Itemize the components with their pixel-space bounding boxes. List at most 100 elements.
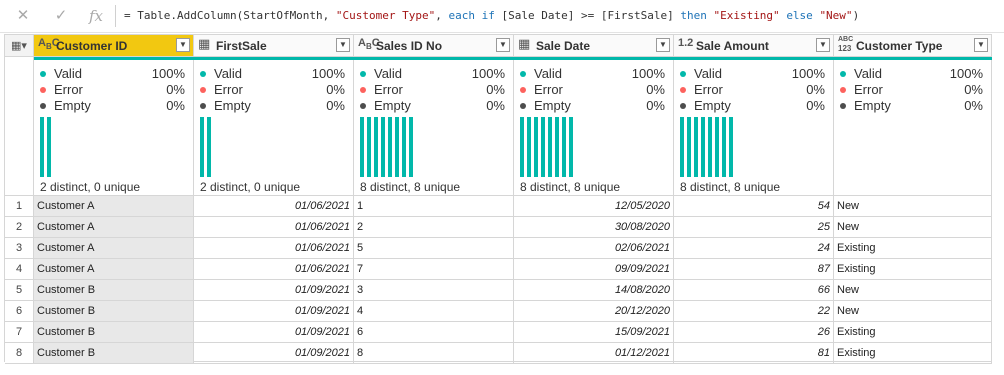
column-profile-sales-id-no: Valid 100% Error 0% Empty 0% 8 distinct, 8 uni… [354,60,514,196]
table-cell-sale-date[interactable]: 14/08/2020 [514,280,674,301]
row-number[interactable]: 3 [5,238,34,259]
quality-empty-label: Empty [214,98,251,113]
table-cell-customer-type[interactable]: New [834,217,992,238]
calendar-icon[interactable]: ▦ [518,36,530,52]
table-cell-sale-amount[interactable]: 87 [674,259,834,280]
table-cell-sales-id-no[interactable]: 3 [354,280,514,301]
filter-dropdown-icon[interactable]: ▼ [974,38,988,52]
column-header-customer-type[interactable]: ABC 123 Customer Type ▼ [834,35,992,57]
table-cell-customer-id[interactable]: Customer B [34,343,194,364]
row-number[interactable]: 8 [5,343,34,364]
calendar-icon[interactable]: ▦ [198,36,210,52]
distinct-count-label: 8 distinct, 8 unique [360,180,461,194]
table-cell-firstsale[interactable]: 01/06/2021 [194,196,354,217]
distribution-bar [534,117,538,177]
column-profile-sale-date: Valid 100% Error 0% Empty 0% 8 distinct, 8 uni… [514,60,674,196]
row-number[interactable]: 2 [5,217,34,238]
table-cell-sale-date[interactable]: 09/09/2021 [514,259,674,280]
table-cell-sale-amount[interactable]: 25 [674,217,834,238]
table-cell-customer-id[interactable]: Customer A [34,217,194,238]
table-cell-sales-id-no[interactable]: 6 [354,322,514,343]
row-number[interactable]: 5 [5,280,34,301]
table-cell-customer-type[interactable]: Existing [834,238,992,259]
valid-dot-icon [40,71,46,77]
table-cell-sale-amount[interactable]: 54 [674,196,834,217]
table-cell-sales-id-no[interactable]: 8 [354,343,514,364]
column-header-firstsale[interactable]: ▦ FirstSale ▼ [194,35,354,57]
distribution-bar [374,117,378,177]
table-cell-sale-date[interactable]: 01/12/2021 [514,343,674,364]
table-cell-firstsale[interactable]: 01/09/2021 [194,280,354,301]
filter-dropdown-icon[interactable]: ▼ [496,38,510,52]
filter-dropdown-icon[interactable]: ▼ [336,38,350,52]
fx-icon[interactable]: fx [86,6,106,26]
column-header-label: Sale Date [536,39,591,53]
table-cell-sales-id-no[interactable]: 1 [354,196,514,217]
table-cell-sales-id-no[interactable]: 7 [354,259,514,280]
table-cell-firstsale[interactable]: 01/09/2021 [194,343,354,364]
decimal-type-icon[interactable]: 1.2 [678,37,693,49]
table-cell-customer-type[interactable]: New [834,280,992,301]
quality-error-row: Error 0% [360,82,505,98]
quality-valid-row: Valid 100% [200,66,345,82]
table-cell-sale-amount[interactable]: 66 [674,280,834,301]
table-cell-sale-date[interactable]: 30/08/2020 [514,217,674,238]
table-cell-customer-type[interactable]: Existing [834,343,992,364]
row-number[interactable]: 6 [5,301,34,322]
table-cell-customer-type[interactable]: Existing [834,259,992,280]
column-header-customer-id[interactable]: ABC Customer ID ▼ [34,35,194,57]
column-header-sale-date[interactable]: ▦ Sale Date ▼ [514,35,674,57]
table-cell-sale-amount[interactable]: 22 [674,301,834,322]
table-cell-sale-amount[interactable]: 81 [674,343,834,364]
error-dot-icon [200,87,206,93]
commit-check-icon[interactable]: ✓ [51,6,71,26]
table-menu-icon[interactable]: ▦▾ [5,35,34,57]
table-cell-sales-id-no[interactable]: 2 [354,217,514,238]
table-cell-customer-id[interactable]: Customer B [34,280,194,301]
table-cell-customer-id[interactable]: Customer A [34,238,194,259]
quality-error-label: Error [534,82,563,97]
error-dot-icon [680,87,686,93]
row-number[interactable]: 7 [5,322,34,343]
table-cell-firstsale[interactable]: 01/06/2021 [194,238,354,259]
table-cell-customer-type[interactable]: Existing [834,322,992,343]
table-cell-sales-id-no[interactable]: 5 [354,238,514,259]
distinct-count-label: 8 distinct, 8 unique [680,180,781,194]
distribution-bar [360,117,364,177]
table-cell-firstsale[interactable]: 01/06/2021 [194,259,354,280]
table-cell-sale-amount[interactable]: 24 [674,238,834,259]
column-header-sale-amount[interactable]: 1.2 Sale Amount ▼ [674,35,834,57]
table-cell-firstsale[interactable]: 01/06/2021 [194,217,354,238]
table-cell-sales-id-no[interactable]: 4 [354,301,514,322]
table-cell-sale-date[interactable]: 02/06/2021 [514,238,674,259]
table-cell-customer-id[interactable]: Customer A [34,196,194,217]
table-cell-sale-date[interactable]: 12/05/2020 [514,196,674,217]
quality-error-row: Error 0% [680,82,825,98]
row-number[interactable]: 1 [5,196,34,217]
distribution-bar [527,117,531,177]
table-cell-customer-id[interactable]: Customer A [34,259,194,280]
table-cell-firstsale[interactable]: 01/09/2021 [194,301,354,322]
column-header-label: Sale Amount [696,39,769,53]
filter-dropdown-icon[interactable]: ▼ [176,38,190,52]
filter-dropdown-icon[interactable]: ▼ [656,38,670,52]
table-cell-firstsale[interactable]: 01/09/2021 [194,322,354,343]
any-type-icon[interactable]: ABC 123 [838,36,853,53]
table-cell-sale-amount[interactable]: 26 [674,322,834,343]
filter-dropdown-icon[interactable]: ▼ [816,38,830,52]
table-cell-customer-id[interactable]: Customer B [34,322,194,343]
valid-dot-icon [360,71,366,77]
formula-input[interactable]: = Table.AddColumn(StartOfMonth, "Custome… [124,9,859,22]
table-cell-sale-date[interactable]: 15/09/2021 [514,322,674,343]
cancel-icon[interactable]: ✕ [13,6,33,26]
table-cell-sale-date[interactable]: 20/12/2020 [514,301,674,322]
table-cell-customer-type[interactable]: New [834,301,992,322]
row-number[interactable]: 4 [5,259,34,280]
distribution-bar [715,117,719,177]
quality-error-percent: 0% [486,82,505,97]
table-cell-customer-type[interactable]: New [834,196,992,217]
column-header-sales-id-no[interactable]: ABC Sales ID No ▼ [354,35,514,57]
table-cell-customer-id[interactable]: Customer B [34,301,194,322]
distribution-bar [395,117,399,177]
empty-dot-icon [680,103,686,109]
